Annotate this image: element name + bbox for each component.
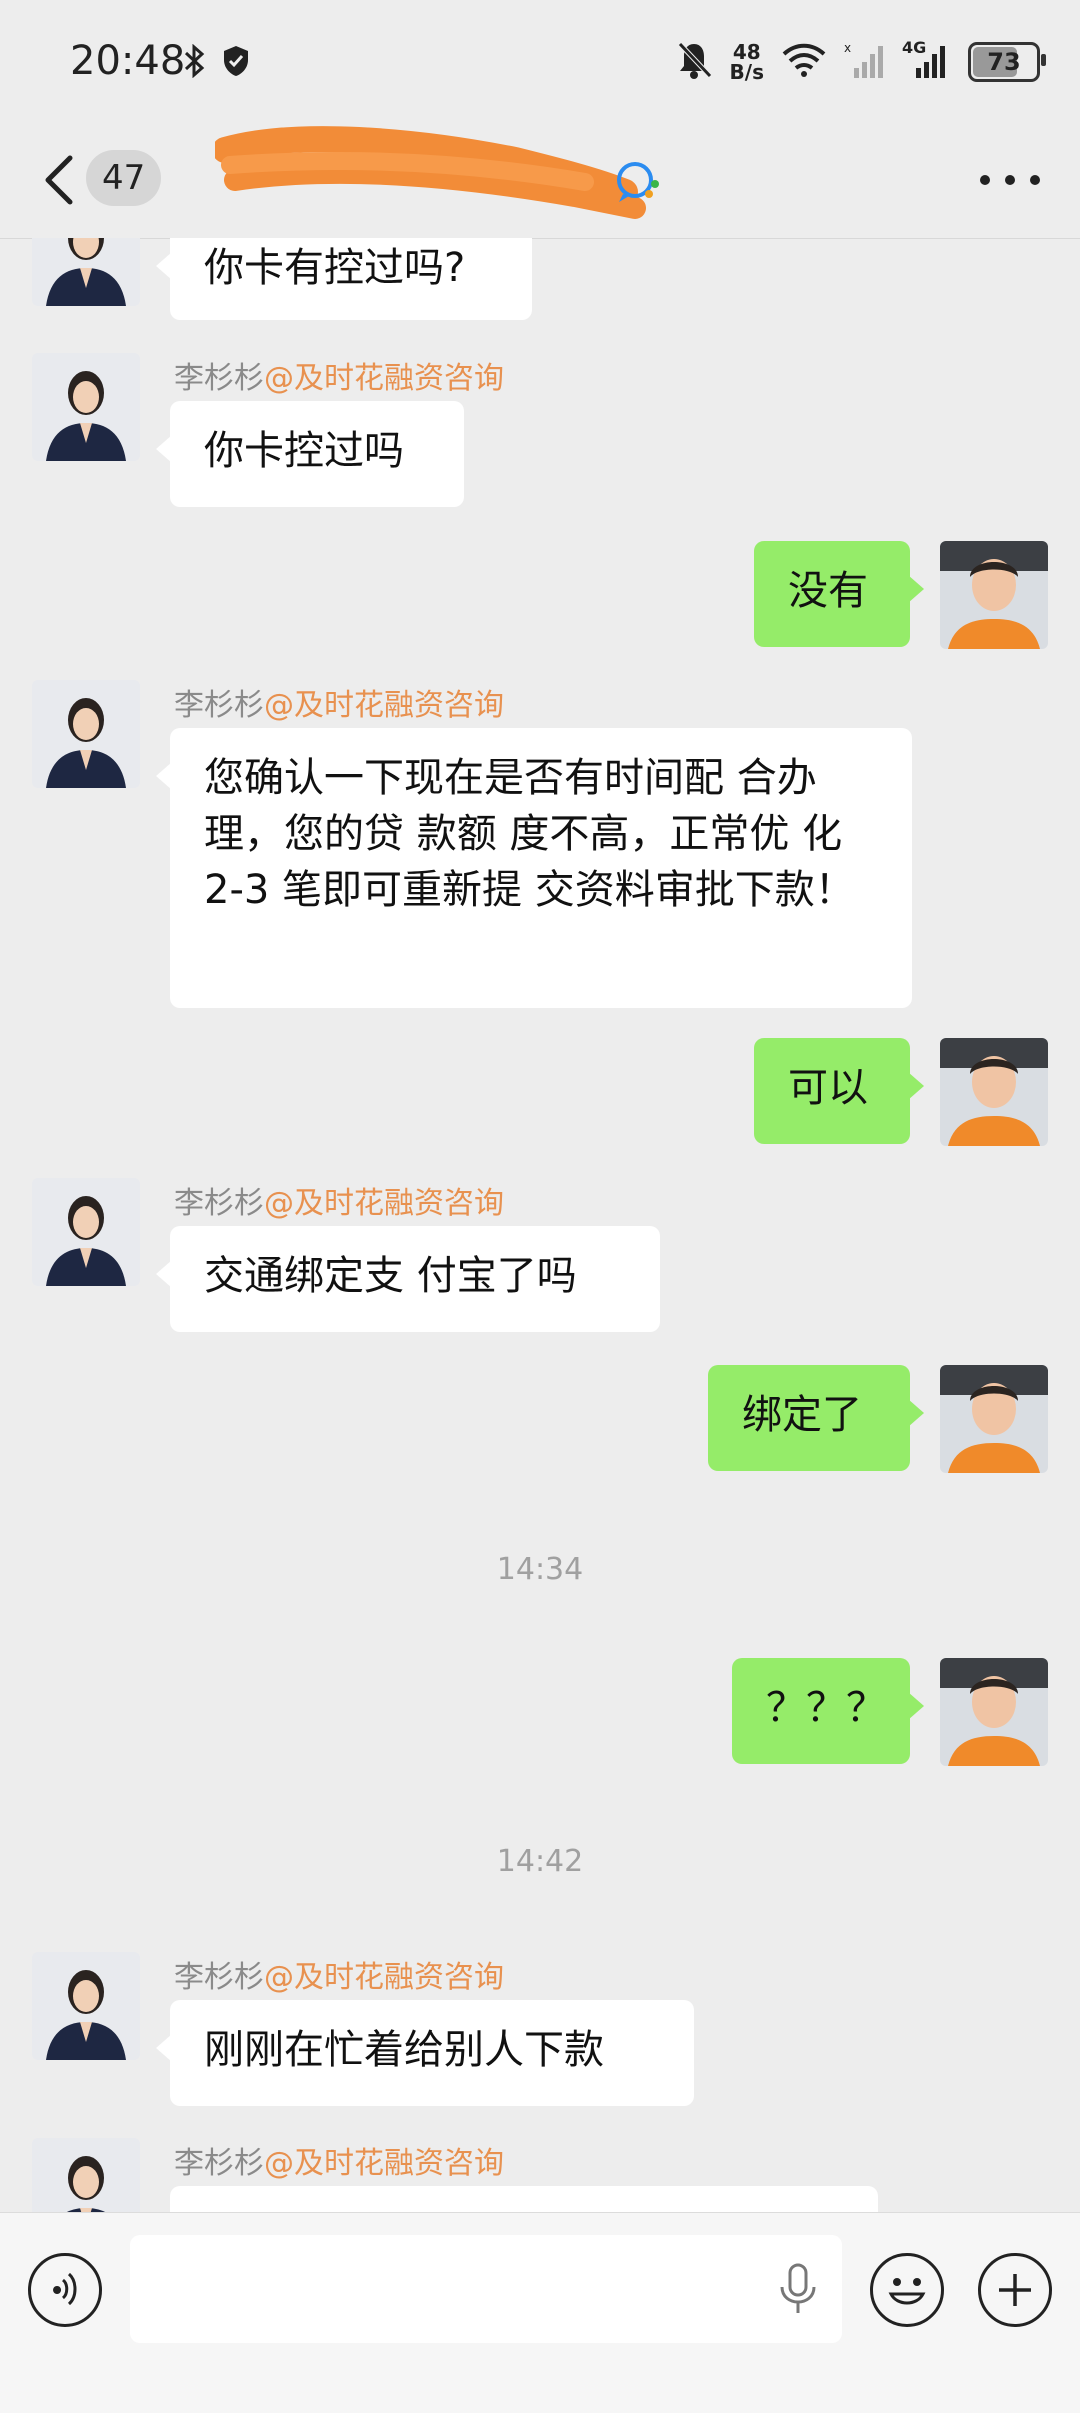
signal-sim2-icon: 4G [902,38,950,84]
timestamp: 14:34 [496,1552,584,1587]
sender-label: 李杉杉@及时花融资咨询 [174,680,504,724]
unread-count-badge[interactable]: 47 [86,150,162,206]
my-avatar[interactable] [940,1038,1048,1146]
emoji-icon[interactable] [870,2253,944,2327]
message-bubble-incoming[interactable]: 您确认一下现在是否有时间配 合办 理，您的贷 款额 度不高，正常优 化 2-3 … [156,728,912,1008]
sender-avatar[interactable] [32,2138,140,2212]
sender-org: @及时花融资咨询 [264,361,504,396]
status-time: 20:48 [70,38,186,84]
sender-name: 李杉杉 [174,1960,264,1995]
more-options-button[interactable] [980,170,1040,190]
sender-label: 李杉杉@及时花融资咨询 [174,353,504,397]
sender-org: @及时花融资咨询 [264,2146,504,2181]
sender-avatar[interactable] [32,1952,140,2060]
sender-avatar[interactable] [32,353,140,461]
mic-icon[interactable] [778,2261,818,2317]
sender-avatar[interactable] [32,1178,140,1286]
bluetooth-icon [184,43,206,87]
message-bubble-incoming[interactable]: 交通绑定支 付宝了吗 [156,1226,660,1332]
voice-icon[interactable] [28,2253,102,2327]
sender-avatar[interactable] [32,238,140,306]
more-dot [1030,175,1040,185]
sender-name: 李杉杉 [174,361,264,396]
input-bar [0,2212,1080,2413]
net-speed: 48 B/s [730,42,764,82]
sender-label: 李杉杉@及时花融资咨询 [174,1952,504,1996]
sender-org: @及时花融资咨询 [264,688,504,723]
chat-title-redacted [212,120,675,238]
back-arrow-icon[interactable] [40,150,80,210]
sender-label: 李杉杉@及时花融资咨询 [174,2138,504,2182]
more-dot [980,175,990,185]
network-type: 4G [902,38,927,57]
wifi-icon [782,42,826,82]
timestamp: 14:42 [496,1844,584,1879]
sender-name: 李杉杉 [174,1186,264,1221]
sender-name: 李杉杉 [174,2146,264,2181]
net-speed-value: 48 [732,40,761,64]
more-dot [1005,175,1015,185]
chat-header: 47 [0,120,1080,239]
message-bubble-outgoing[interactable]: 可以 [754,1038,924,1144]
chat-area[interactable]: 你卡有控过吗? 李杉杉@及时花融资咨询 你卡控过吗 没有 李杉杉@及时花融资咨询… [0,238,1080,2212]
message-bubble-incoming[interactable]: 你卡控过吗 [156,401,464,507]
message-bubble-incoming[interactable]: 你卡有控过吗? [156,238,532,320]
status-bar: 20:48 48 B/s x 4G 73 [0,0,1080,120]
sender-name: 李杉杉 [174,688,264,723]
mute-bell-icon [676,40,712,84]
sender-org: @及时花融资咨询 [264,1186,504,1221]
my-avatar[interactable] [940,1365,1048,1473]
sender-label: 李杉杉@及时花融资咨询 [174,1178,504,1222]
shield-icon [222,44,250,78]
message-bubble-outgoing[interactable]: 绑定了 [708,1365,924,1471]
my-avatar[interactable] [940,541,1048,649]
my-avatar[interactable] [940,1658,1048,1766]
message-bubble-incoming-partial[interactable] [170,2186,878,2212]
message-input[interactable] [130,2235,842,2343]
sender-org: @及时花融资咨询 [264,1960,504,1995]
battery-indicator: 73 [968,42,1046,82]
message-bubble-incoming[interactable]: 刚刚在忙着给别人下款 [156,2000,694,2106]
sender-avatar[interactable] [32,680,140,788]
message-bubble-outgoing[interactable]: ？？？ [732,1658,924,1764]
message-bubble-outgoing[interactable]: 没有 [754,541,924,647]
battery-text: 73 [987,48,1021,76]
signal-sim1-icon: x [844,40,884,84]
net-speed-unit: B/s [729,60,764,84]
svg-text:x: x [844,41,851,55]
plus-icon[interactable] [978,2253,1052,2327]
